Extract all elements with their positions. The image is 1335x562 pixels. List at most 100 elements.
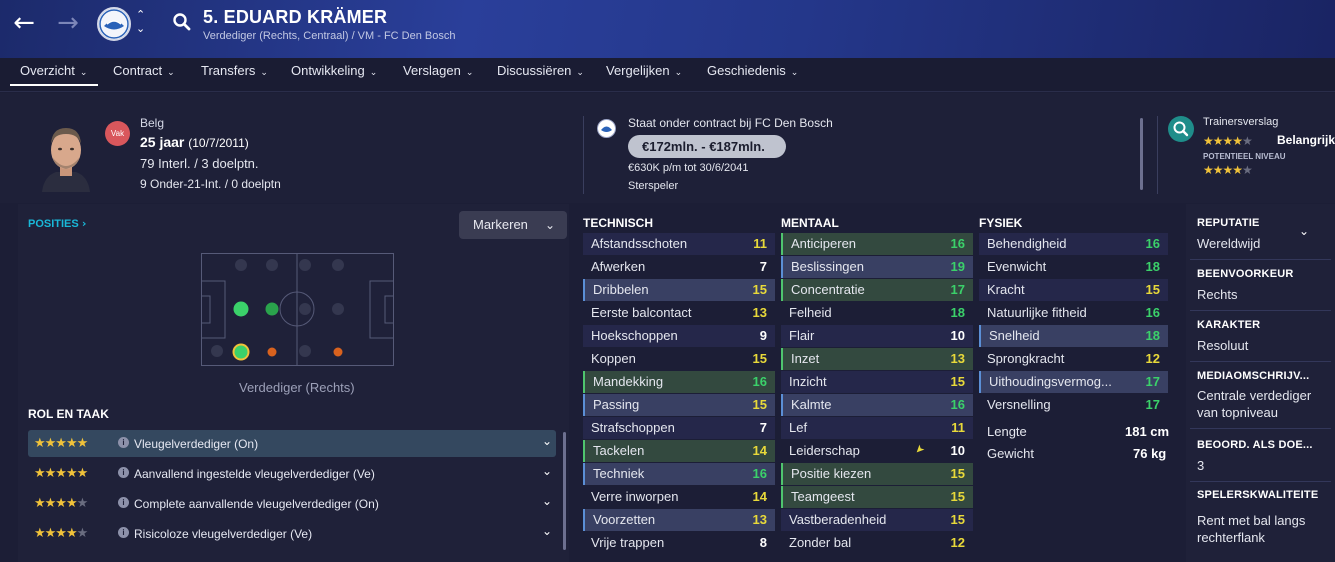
attribute-row[interactable]: Behendigheid 16 <box>979 233 1168 255</box>
attribute-row[interactable]: Eerste balcontact 13 <box>583 302 775 324</box>
attribute-row[interactable]: Uithoudingsvermog... 17 <box>979 371 1168 393</box>
club-switch-chevron-icon[interactable]: ⌃ ⌄ <box>136 8 145 36</box>
attribute-name: Vrije trappen <box>591 535 665 550</box>
info-icon[interactable]: i <box>118 497 129 508</box>
attribute-row[interactable]: Beslissingen 19 <box>781 256 973 278</box>
attribute-row[interactable]: Leiderschap 10 ➤ <box>781 440 973 462</box>
preferred-foot-title: BEENVOORKEUR <box>1197 268 1294 280</box>
attribute-row[interactable]: Flair 10 <box>781 325 973 347</box>
attribute-value: 18 <box>1145 328 1160 343</box>
attribute-row[interactable]: Strafschoppen 7 <box>583 417 775 439</box>
divider <box>583 116 584 194</box>
tab-contract[interactable]: Contract ⌄ <box>113 63 175 78</box>
attribute-row[interactable]: Snelheid 18 <box>979 325 1168 347</box>
chevron-down-icon[interactable]: ⌄ <box>542 434 552 448</box>
attribute-row[interactable]: Natuurlijke fitheid 16 <box>979 302 1168 324</box>
date-of-birth: (10/7/2011) <box>188 136 249 150</box>
role-row[interactable]: ★★★★★ i Vleugelverdediger (On) ⌄ <box>28 430 556 457</box>
tab-label: Contract <box>113 63 163 78</box>
attribute-value: 12 <box>950 535 965 550</box>
current-ability-label: Belangrijk <box>1277 133 1335 147</box>
info-icon[interactable]: i <box>118 467 129 478</box>
attribute-row[interactable]: Dribbelen 15 <box>583 279 775 301</box>
tab-overzicht[interactable]: Overzicht ⌄ <box>20 63 87 78</box>
chevron-down-icon[interactable]: ⌄ <box>542 494 552 508</box>
attribute-value: 15 <box>752 397 767 412</box>
tab-transfers[interactable]: Transfers ⌄ <box>201 63 268 78</box>
positions-link[interactable]: POSITIES › <box>28 217 86 230</box>
attribute-name: Dribbelen <box>593 282 649 297</box>
role-stars: ★★★★★ <box>34 436 88 451</box>
tab-vergelijken[interactable]: Vergelijken ⌄ <box>606 63 682 78</box>
attribute-row[interactable]: Inzet 13 <box>781 348 973 370</box>
markeren-dropdown[interactable]: Markeren ⌄ <box>459 211 567 239</box>
search-icon[interactable] <box>172 12 192 32</box>
role-row[interactable]: ★★★★★ i Complete aanvallende vleugelverd… <box>28 490 556 517</box>
attribute-row[interactable]: Vrije trappen 8 <box>583 532 775 554</box>
attribute-row[interactable]: Zonder bal 12 <box>781 532 973 554</box>
chevron-down-icon[interactable]: ⌄ <box>542 524 552 538</box>
tab-verslagen[interactable]: Verslagen ⌄ <box>403 63 473 78</box>
attribute-row[interactable]: Positie kiezen 15 <box>781 463 973 485</box>
attribute-name: Inzet <box>791 351 820 366</box>
transfer-value[interactable]: €172mln. - €187mln. <box>628 135 786 158</box>
position-dot-unconvincing <box>267 347 277 357</box>
attribute-row[interactable]: Versnelling 17 <box>979 394 1168 416</box>
attribute-row[interactable]: Sprongkracht 12 <box>979 348 1168 370</box>
roles-scrollbar[interactable] <box>563 432 566 550</box>
attribute-row[interactable]: Hoekschoppen 9 <box>583 325 775 347</box>
chevron-down-icon[interactable]: ⌄ <box>1299 224 1309 238</box>
attribute-row[interactable]: Vastberadenheid 15 <box>781 509 973 531</box>
attribute-row[interactable]: Techniek 16 <box>583 463 775 485</box>
divider <box>1190 481 1331 482</box>
media-description-title: MEDIAOMSCHRIJV... <box>1197 370 1310 382</box>
tab-discussieren[interactable]: Discussiëren ⌄ <box>497 63 584 78</box>
potential-label: POTENTIEEL NIVEAU <box>1203 152 1286 161</box>
attribute-name: Versnelling <box>987 397 1051 412</box>
attribute-row[interactable]: Anticiperen 16 <box>781 233 973 255</box>
attribute-row[interactable]: Tackelen 14 <box>583 440 775 462</box>
roles-title: ROL EN TAAK <box>28 407 109 421</box>
position-pitch <box>201 253 394 366</box>
tab-geschiedenis[interactable]: Geschiedenis ⌄ <box>707 63 798 78</box>
back-button[interactable]: ← <box>8 8 40 40</box>
attribute-row[interactable]: Inzicht 15 <box>781 371 973 393</box>
scrollbar[interactable] <box>1140 118 1143 190</box>
attribute-row[interactable]: Verre inworpen 14 <box>583 486 775 508</box>
attribute-row[interactable]: Koppen 15 <box>583 348 775 370</box>
player-face[interactable] <box>38 120 94 192</box>
attribute-name: Eerste balcontact <box>591 305 692 320</box>
attribute-row[interactable]: Evenwicht 18 <box>979 256 1168 278</box>
info-icon[interactable]: i <box>118 527 129 538</box>
tab-label: Overzicht <box>20 63 75 78</box>
tab-ontwikkeling[interactable]: Ontwikkeling ⌄ <box>291 63 377 78</box>
forward-button[interactable]: → <box>52 8 84 40</box>
tab-label: Ontwikkeling <box>291 63 365 78</box>
attribute-row[interactable]: Kalmte 16 <box>781 394 973 416</box>
attribute-row[interactable]: Afwerken 7 <box>583 256 775 278</box>
role-row[interactable]: ★★★★★ i Risicoloze vleugelverdediger (Ve… <box>28 520 556 547</box>
club-logo[interactable] <box>97 7 131 41</box>
attribute-row[interactable]: Teamgeest 15 <box>781 486 973 508</box>
attribute-row[interactable]: Concentratie 17 <box>781 279 973 301</box>
attribute-row[interactable]: Lef 11 <box>781 417 973 439</box>
media-description-value: Centrale verdediger van topniveau <box>1197 388 1312 420</box>
tab-label: Verslagen <box>403 63 461 78</box>
attribute-row[interactable]: Passing 15 <box>583 394 775 416</box>
role-label: Risicoloze vleugelverdediger (Ve) <box>134 527 313 541</box>
attribute-name: Kracht <box>987 282 1025 297</box>
coach-report-button[interactable] <box>1168 116 1194 142</box>
attribute-name: Koppen <box>591 351 636 366</box>
attribute-value: 15 <box>752 351 767 366</box>
attribute-row[interactable]: Voorzetten 13 <box>583 509 775 531</box>
chevron-down-icon[interactable]: ⌄ <box>542 464 552 478</box>
chevron-down-icon: ⌄ <box>79 68 88 78</box>
info-icon[interactable]: i <box>118 437 129 448</box>
role-row[interactable]: ★★★★★ i Aanvallend ingestelde vleugelver… <box>28 460 556 487</box>
attribute-row[interactable]: Felheid 18 <box>781 302 973 324</box>
attribute-row[interactable]: Mandekking 16 <box>583 371 775 393</box>
attribute-row[interactable]: Afstandsschoten 11 <box>583 233 775 255</box>
reputation-value: Wereldwijd <box>1197 236 1261 251</box>
attribute-value: 7 <box>759 259 767 274</box>
attribute-row[interactable]: Kracht 15 <box>979 279 1168 301</box>
